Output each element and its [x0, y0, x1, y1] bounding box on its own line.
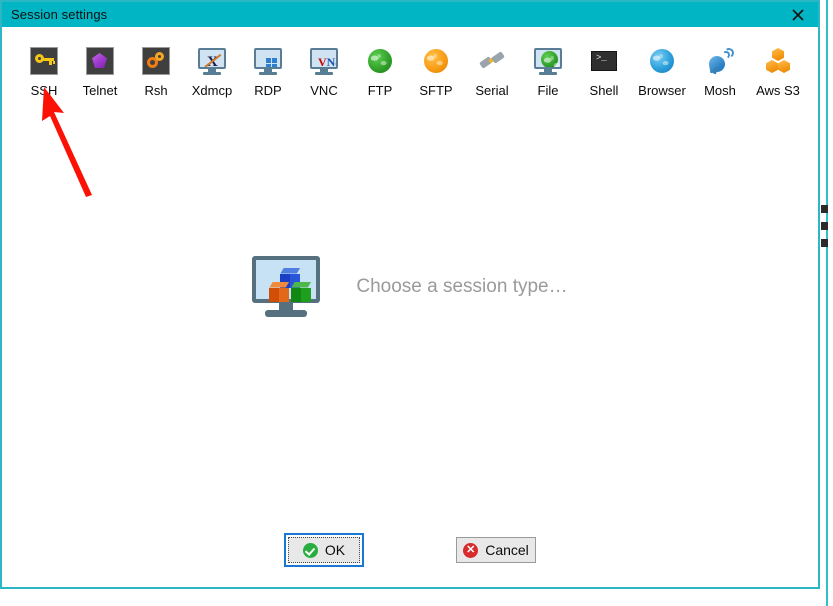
- screen: Session settings SSH Telnet Rsh Xdmcp RD…: [0, 0, 833, 606]
- cancel-button[interactable]: ✕ Cancel: [456, 537, 536, 563]
- session-type-label: Mosh: [704, 83, 736, 98]
- session-type-telnet[interactable]: Telnet: [72, 27, 128, 98]
- session-type-ssh[interactable]: SSH: [16, 27, 72, 98]
- session-type-browser[interactable]: Browser: [632, 27, 692, 98]
- ok-button-label: OK: [324, 542, 346, 558]
- session-type-label: Rsh: [144, 83, 168, 98]
- dialog-footer: OK ✕ Cancel: [2, 533, 818, 567]
- title-bar: Session settings: [2, 2, 818, 27]
- green-check-icon: [302, 542, 318, 558]
- session-type-file[interactable]: File: [520, 27, 576, 98]
- green-globe-icon: [364, 45, 396, 77]
- session-type-toolbar: SSH Telnet Rsh Xdmcp RDP VN VNC FTP SFTP…: [2, 27, 818, 105]
- session-type-mosh[interactable]: Mosh: [692, 27, 748, 98]
- red-cross-icon: ✕: [463, 542, 479, 558]
- session-type-label: Telnet: [82, 83, 118, 98]
- session-type-label: File: [537, 83, 559, 98]
- session-type-label: Xdmcp: [191, 83, 233, 98]
- cancel-button-label: Cancel: [485, 542, 529, 558]
- session-type-sftp[interactable]: SFTP: [408, 27, 464, 98]
- orange-globe-icon: [420, 45, 452, 77]
- session-type-ftp[interactable]: FTP: [352, 27, 408, 98]
- session-type-rdp[interactable]: RDP: [240, 27, 296, 98]
- aws-buckets-icon: [762, 45, 794, 77]
- plug-icon: [476, 45, 508, 77]
- session-type-label: FTP: [367, 83, 393, 98]
- session-settings-dialog: Session settings SSH Telnet Rsh Xdmcp RD…: [0, 0, 820, 589]
- ok-button-focus-ring: OK: [284, 533, 364, 567]
- session-type-label: Browser: [638, 83, 686, 98]
- key-icon: [28, 45, 60, 77]
- session-type-label: Aws S3: [756, 83, 800, 98]
- session-type-label: Shell: [589, 83, 619, 98]
- session-type-xdmcp[interactable]: X Xdmcp: [184, 27, 240, 98]
- x-monitor-icon: X: [196, 45, 228, 77]
- session-type-label: RDP: [254, 83, 282, 98]
- session-type-shell[interactable]: >_ Shell: [576, 27, 632, 98]
- session-type-label: SFTP: [419, 83, 453, 98]
- session-type-rsh[interactable]: Rsh: [128, 27, 184, 98]
- gem-icon: [84, 45, 116, 77]
- blue-globe-icon: [646, 45, 678, 77]
- session-type-label: SSH: [30, 83, 58, 98]
- windows-monitor-icon: [252, 45, 284, 77]
- background-window-edge: [826, 0, 828, 606]
- satellite-dish-icon: [704, 45, 736, 77]
- session-type-vnc[interactable]: VNc VNC: [296, 27, 352, 98]
- close-button[interactable]: [778, 2, 818, 27]
- monitor-cubes-icon: [252, 255, 321, 318]
- session-type-label: Serial: [475, 83, 509, 98]
- placeholder-text: Choose a session type…: [356, 275, 568, 297]
- background-scrollbar-marks: [821, 205, 828, 247]
- terminal-icon: >_: [588, 45, 620, 77]
- vnc-monitor-icon: VNc: [308, 45, 340, 77]
- gears-icon: [140, 45, 172, 77]
- session-type-serial[interactable]: Serial: [464, 27, 520, 98]
- close-icon: [791, 8, 805, 22]
- window-title: Session settings: [11, 7, 108, 22]
- session-type-label: VNC: [310, 83, 338, 98]
- ok-button[interactable]: OK: [288, 537, 360, 563]
- globe-monitor-icon: [532, 45, 564, 77]
- session-type-aws-s3[interactable]: Aws S3: [748, 27, 808, 98]
